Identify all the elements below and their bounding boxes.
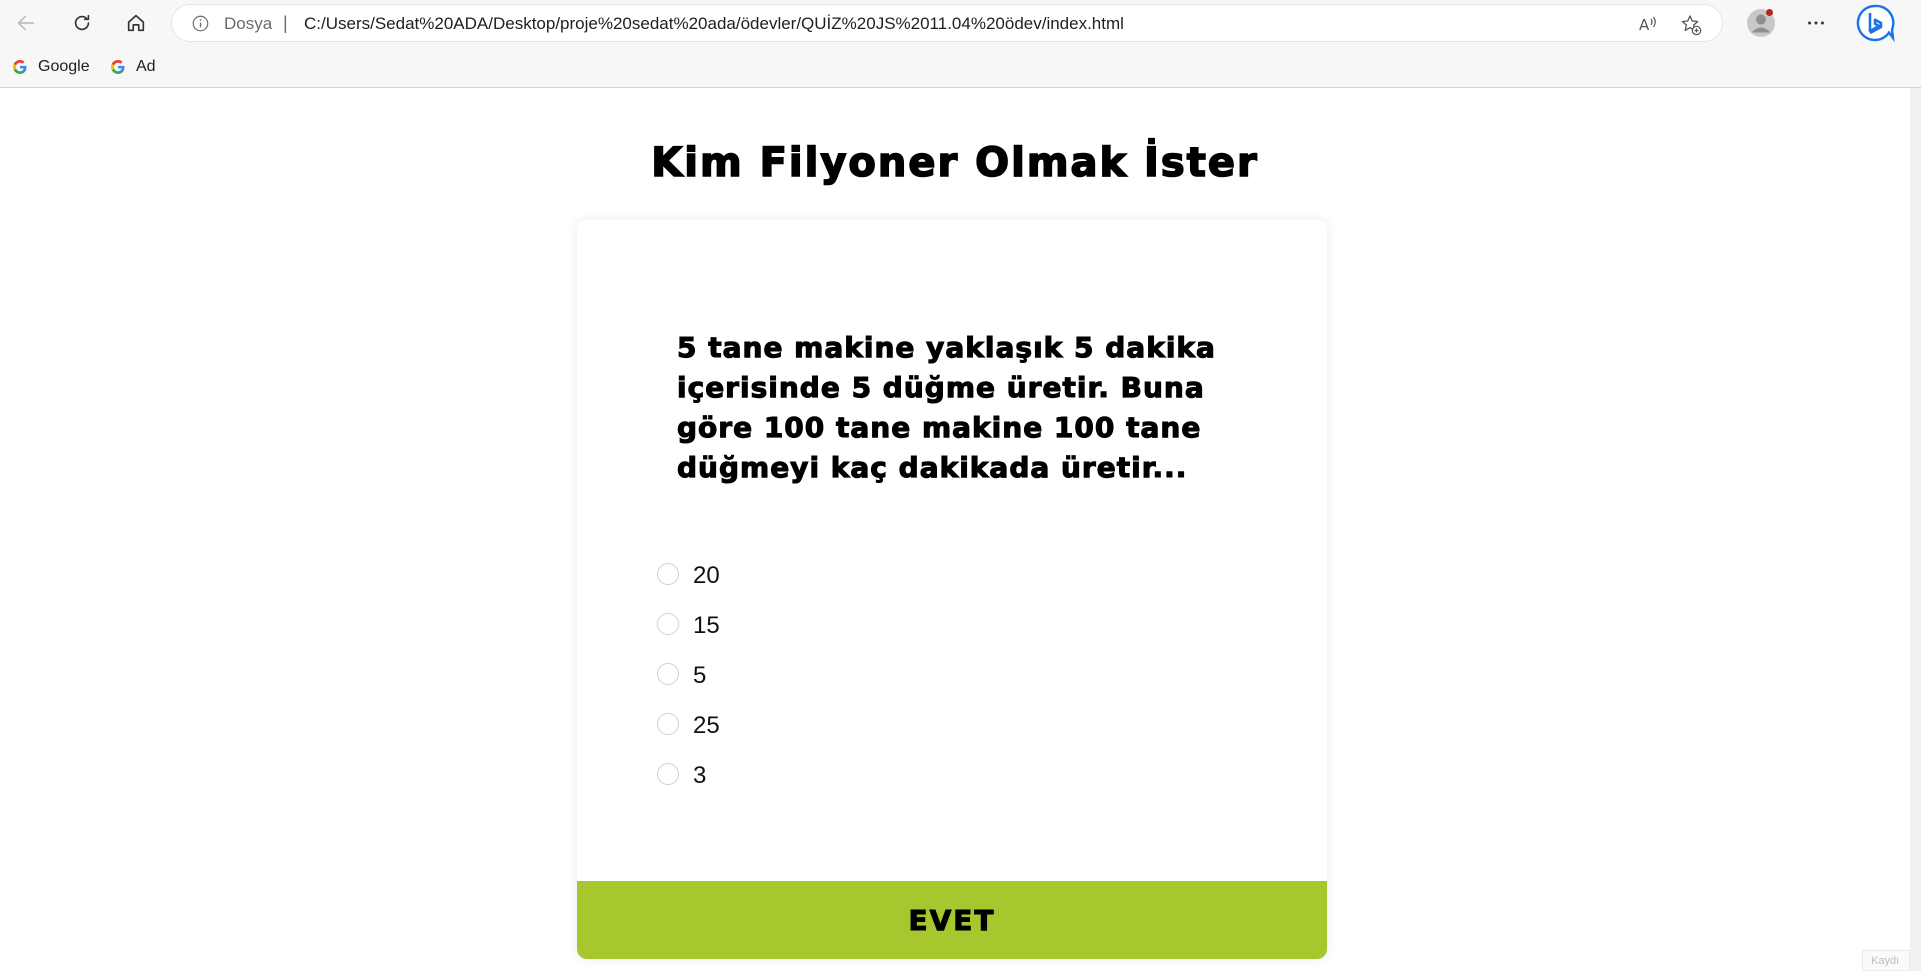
bookmark-label: Ad: [136, 58, 156, 75]
read-aloud-icon[interactable]: A: [1638, 14, 1658, 34]
answer-radio[interactable]: [657, 613, 679, 635]
answer-option[interactable]: 20: [657, 551, 1157, 601]
google-icon: [111, 60, 125, 74]
answer-label[interactable]: 3: [693, 762, 706, 790]
reload-button[interactable]: [66, 7, 98, 39]
answer-label[interactable]: 25: [693, 712, 720, 740]
answer-option[interactable]: 3: [657, 751, 1157, 801]
home-button[interactable]: [120, 7, 152, 39]
answer-option[interactable]: 25: [657, 701, 1157, 751]
address-scheme-label: Dosya: [224, 14, 273, 33]
profile-notification-dot: [1766, 9, 1773, 16]
info-icon[interactable]: [192, 15, 209, 32]
profile-button[interactable]: [1745, 7, 1777, 39]
bookmark-ad[interactable]: Ad: [110, 56, 156, 78]
bookmark-google[interactable]: Google: [12, 56, 90, 78]
answer-radio[interactable]: [657, 563, 679, 585]
corner-badge: Kaydı: [1862, 950, 1910, 971]
answer-radio[interactable]: [657, 763, 679, 785]
back-icon: [17, 15, 35, 31]
reload-icon: [74, 14, 90, 31]
svg-text:A: A: [1639, 16, 1650, 34]
answer-list: 20 15 5 25 3: [657, 551, 1157, 801]
answer-option[interactable]: 5: [657, 651, 1157, 701]
answer-radio[interactable]: [657, 713, 679, 735]
vertical-scrollbar[interactable]: [1910, 88, 1921, 971]
bing-icon: [1856, 4, 1895, 43]
bookmarks-bar: Google Ad: [0, 46, 1921, 88]
page-title: Kim Filyoner Olmak İster: [650, 139, 1259, 187]
address-bar[interactable]: Dosya | C:/Users/Sedat%20ADA/Desktop/pro…: [172, 5, 1722, 41]
question-text: 5 tane makine yaklaşık 5 dakika içerisin…: [676, 330, 1216, 484]
answer-radio[interactable]: [657, 663, 679, 685]
answer-option[interactable]: 15: [657, 601, 1157, 651]
browser-toolbar: Dosya | C:/Users/Sedat%20ADA/Desktop/pro…: [0, 0, 1921, 46]
google-icon: [13, 60, 27, 74]
favorite-add-icon[interactable]: [1680, 14, 1702, 36]
more-button[interactable]: [1800, 7, 1832, 39]
bookmark-label: Google: [38, 58, 90, 75]
more-icon: [1808, 21, 1824, 25]
submit-button[interactable]: EVET: [577, 881, 1327, 959]
address-separator: |: [283, 13, 288, 33]
answer-label[interactable]: 5: [693, 662, 706, 690]
quiz-card: 5 tane makine yaklaşık 5 dakika içerisin…: [577, 220, 1327, 959]
bing-button[interactable]: [1855, 3, 1895, 43]
home-icon: [127, 14, 145, 32]
answer-label[interactable]: 15: [693, 612, 720, 640]
answer-label[interactable]: 20: [693, 562, 720, 590]
address-url[interactable]: C:/Users/Sedat%20ADA/Desktop/proje%20sed…: [304, 14, 1124, 34]
back-button[interactable]: [10, 7, 42, 39]
